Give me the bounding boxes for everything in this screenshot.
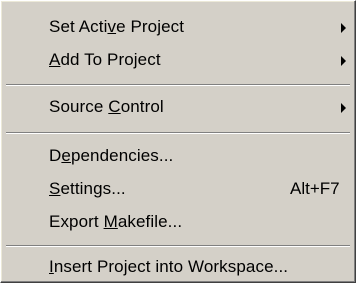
menu-item-label: Export Makefile...: [49, 212, 183, 231]
project-context-menu: Set Active Project Add To Project Source…: [0, 0, 356, 283]
menu-item-set-active-project[interactable]: Set Active Project: [5, 13, 351, 43]
menu-item-export-makefile[interactable]: Export Makefile...: [5, 208, 351, 238]
menu-item-label: Dependencies...: [49, 146, 174, 165]
menu-item-add-to-project[interactable]: Add To Project: [5, 46, 351, 76]
submenu-arrow-icon: [341, 23, 346, 33]
menu-separator: [6, 84, 350, 86]
menu-item-label: Insert Project into Workspace...: [49, 257, 289, 276]
menu-item-shortcut: Alt+F7: [290, 179, 340, 198]
submenu-arrow-icon: [341, 103, 346, 113]
menu-item-insert-project-into-workspace[interactable]: Insert Project into Workspace...: [5, 253, 351, 283]
menu-item-dependencies[interactable]: Dependencies...: [5, 142, 351, 172]
menu-item-label: Set Active Project: [49, 17, 185, 36]
menu-item-label: Settings...: [49, 179, 126, 198]
menu-separator: [6, 132, 350, 134]
menu-item-label: Add To Project: [49, 50, 161, 69]
menu-item-label: Source Control: [49, 97, 164, 116]
menu-separator: [6, 245, 350, 247]
menu-item-settings[interactable]: Settings... Alt+F7: [5, 175, 351, 205]
menu-item-source-control[interactable]: Source Control: [5, 93, 351, 123]
submenu-arrow-icon: [341, 56, 346, 66]
